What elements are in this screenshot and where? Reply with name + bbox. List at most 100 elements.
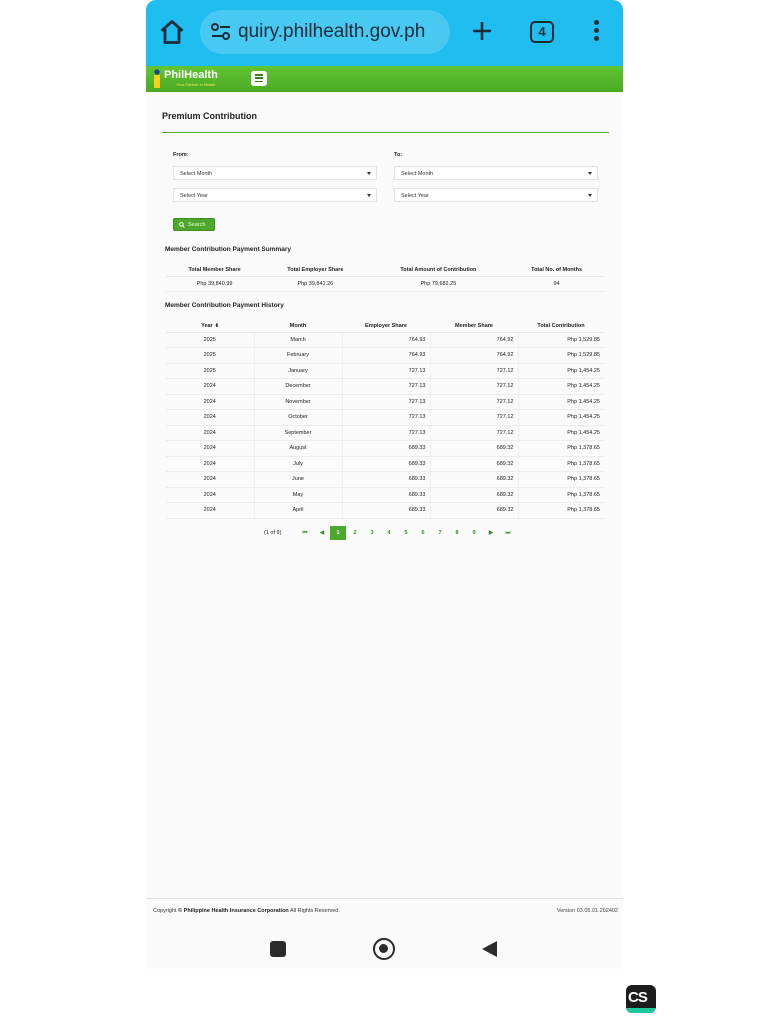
page-button-2[interactable]: 2 xyxy=(347,526,363,540)
year-cell: 2024 xyxy=(166,378,255,395)
first-page-button[interactable]: ⏮ xyxy=(297,526,313,540)
summary-header: Total Member Share xyxy=(166,264,264,277)
member-share-cell: 727.12 xyxy=(430,425,519,441)
philhealth-logo[interactable]: PhilHealth Your Partner in Health xyxy=(152,67,242,91)
to-year-select[interactable]: Select Year xyxy=(394,188,598,202)
month-cell: September xyxy=(254,425,343,441)
search-button[interactable]: Search xyxy=(173,218,215,231)
summary-header-row: Total Member Share Total Employer Share … xyxy=(166,264,604,277)
total-contribution-cell: Php 1,454.25 xyxy=(518,378,604,395)
table-row: 2025 February 764.93 764.92 Php 1,529.85 xyxy=(166,347,604,364)
year-cell: 2024 xyxy=(166,502,255,519)
year-cell: 2024 xyxy=(166,425,255,441)
page-title: Premium Contribution xyxy=(162,111,257,121)
hamburger-menu-icon[interactable] xyxy=(251,71,267,86)
page-button-5[interactable]: 5 xyxy=(398,526,414,540)
total-contribution-cell: Php 1,454.25 xyxy=(518,409,604,426)
copyright-text: Copyright © Philippine Health Insurance … xyxy=(153,908,340,914)
total-contribution-cell: Php 1,529.85 xyxy=(518,347,604,364)
from-year-value: Select Year xyxy=(180,193,208,199)
history-table: Year ⬍ Month Employer Share Member Share … xyxy=(166,320,604,519)
member-share-cell: 727.12 xyxy=(430,394,519,410)
month-cell: August xyxy=(254,440,343,457)
recent-apps-icon[interactable] xyxy=(270,941,286,957)
year-cell: 2024 xyxy=(166,440,255,457)
summary-value-row: Php 39,840.99 Php 39,841.26 Php 79,682.2… xyxy=(166,276,604,292)
month-cell: June xyxy=(254,471,343,488)
more-menu-icon[interactable] xyxy=(592,20,600,44)
home-icon[interactable] xyxy=(158,18,186,46)
month-cell: March xyxy=(254,332,343,348)
to-month-select[interactable]: Select Month xyxy=(394,166,598,180)
page-button-8[interactable]: 8 xyxy=(449,526,465,540)
summary-table: Total Member Share Total Employer Share … xyxy=(166,264,604,292)
member-share-cell: 689.32 xyxy=(430,502,519,519)
table-row: 2024 May 689.33 689.32 Php 1,378.65 xyxy=(166,487,604,503)
table-row: 2025 March 764.93 764.92 Php 1,529.85 xyxy=(166,332,604,348)
employer-share-cell: 764.93 xyxy=(342,332,431,348)
page-button-7[interactable]: 7 xyxy=(432,526,448,540)
table-row: 2024 April 689.33 689.32 Php 1,378.65 xyxy=(166,502,604,519)
employer-share-cell: 689.33 xyxy=(342,502,431,519)
total-contribution-cell: Php 1,378.65 xyxy=(518,440,604,457)
watermark-text: CS xyxy=(628,989,648,1006)
history-header-row: Year ⬍ Month Employer Share Member Share … xyxy=(166,320,604,333)
total-contribution-header: Total Contribution xyxy=(518,320,604,333)
site-settings-icon[interactable] xyxy=(210,22,232,42)
member-share-cell: 727.12 xyxy=(430,378,519,395)
total-contribution-cell: Php 1,454.25 xyxy=(518,425,604,441)
table-row: 2024 September 727.13 727.12 Php 1,454.25 xyxy=(166,425,604,441)
employer-share-header: Employer Share xyxy=(342,320,430,333)
page-button-6[interactable]: 6 xyxy=(415,526,431,540)
version-text: Version 03.05.01.202402 xyxy=(556,908,618,914)
total-contribution-cell: Php 1,454.25 xyxy=(518,363,604,379)
total-contribution-cell: Php 1,454.25 xyxy=(518,394,604,410)
home-nav-icon[interactable] xyxy=(373,938,395,960)
page-button-4[interactable]: 4 xyxy=(381,526,397,540)
member-share-cell: 689.32 xyxy=(430,440,519,457)
prev-page-button[interactable]: ◀ xyxy=(314,526,330,540)
year-cell: 2025 xyxy=(166,332,255,348)
to-year-value: Select Year xyxy=(401,193,429,199)
next-page-button[interactable]: ▶ xyxy=(483,526,499,540)
table-row: 2024 October 727.13 727.12 Php 1,454.25 xyxy=(166,409,604,426)
month-cell: April xyxy=(254,502,343,519)
to-month-value: Select Month xyxy=(401,171,434,177)
from-month-select[interactable]: Select Month xyxy=(173,166,377,180)
copyright-org: © Philippine Health Insurance Corporatio… xyxy=(178,908,289,914)
year-cell: 2025 xyxy=(166,347,255,364)
from-label: From: xyxy=(173,152,189,158)
year-column-header[interactable]: Year ⬍ xyxy=(166,320,254,333)
page-button-1[interactable]: 1 xyxy=(330,526,346,540)
site-header: PhilHealth Your Partner in Health xyxy=(146,66,623,92)
browser-toolbar: quiry.philhealth.gov.ph 4 xyxy=(146,0,623,66)
employer-share-cell: 689.33 xyxy=(342,487,431,503)
address-bar[interactable]: quiry.philhealth.gov.ph xyxy=(200,10,450,54)
title-divider xyxy=(162,132,609,133)
from-year-select[interactable]: Select Year xyxy=(173,188,377,202)
new-tab-icon[interactable] xyxy=(470,19,494,43)
url-text: quiry.philhealth.gov.ph xyxy=(238,21,426,42)
sort-icon[interactable]: ⬍ xyxy=(215,323,219,329)
employer-share-cell: 727.13 xyxy=(342,394,431,410)
search-icon xyxy=(179,222,185,228)
month-cell: October xyxy=(254,409,343,426)
month-cell: July xyxy=(254,456,343,472)
month-cell: May xyxy=(254,487,343,503)
page-info: (1 of 9) xyxy=(264,530,282,536)
android-nav-bar xyxy=(146,928,623,970)
summary-heading: Member Contribution Payment Summary xyxy=(165,246,292,253)
page-button-3[interactable]: 3 xyxy=(364,526,380,540)
member-share-header: Member Share xyxy=(430,320,518,333)
tab-count-button[interactable]: 4 xyxy=(530,21,554,43)
back-nav-icon[interactable] xyxy=(482,941,497,957)
month-cell: February xyxy=(254,347,343,364)
phone-screen: quiry.philhealth.gov.ph 4 PhilHealth You… xyxy=(146,0,623,970)
employer-share-cell: 727.13 xyxy=(342,425,431,441)
to-label: To: xyxy=(394,152,403,158)
total-contribution-cell: Php 1,378.65 xyxy=(518,471,604,488)
last-page-button[interactable]: ⏭ xyxy=(500,526,516,540)
page-button-9[interactable]: 9 xyxy=(466,526,482,540)
table-row: 2024 December 727.13 727.12 Php 1,454.25 xyxy=(166,378,604,395)
camscanner-watermark-logo: CS xyxy=(626,985,656,1013)
